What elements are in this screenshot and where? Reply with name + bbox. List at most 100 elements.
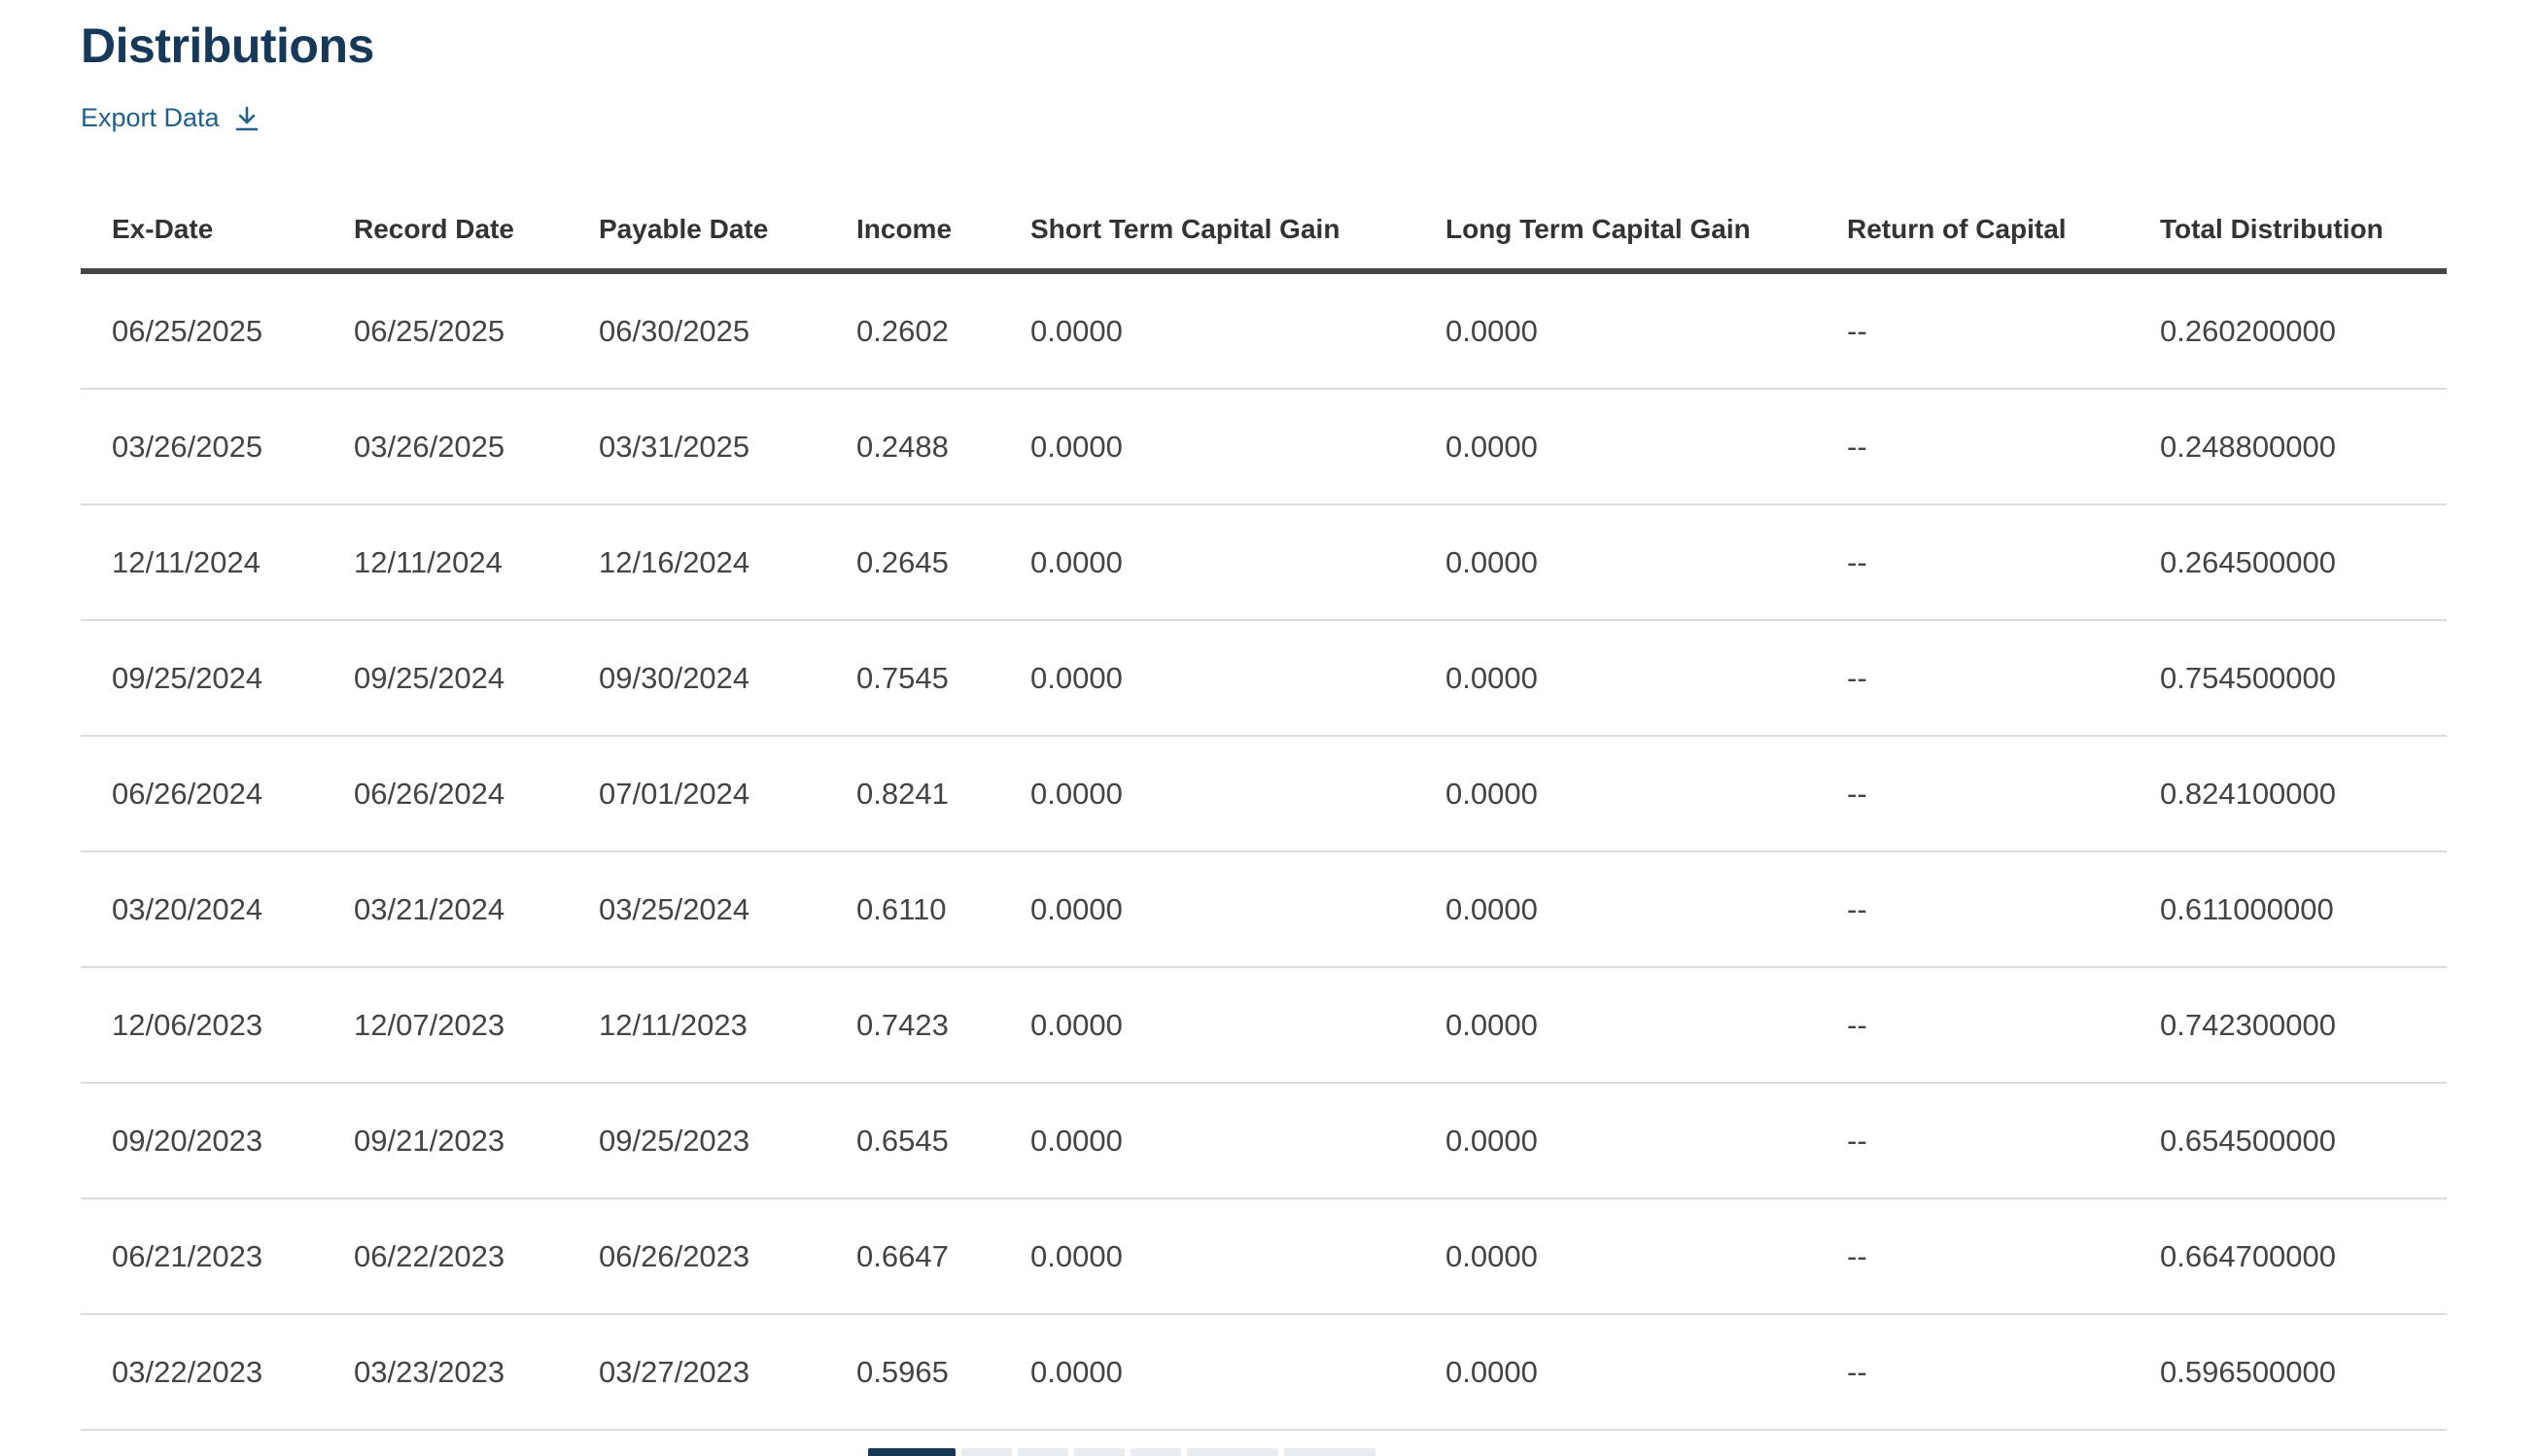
cell-return-of-capital: -- bbox=[1816, 620, 2129, 737]
cell-payable-date: 12/11/2023 bbox=[568, 967, 825, 1084]
pagination-page-3[interactable] bbox=[1018, 1448, 1068, 1456]
cell-payable-date: 06/26/2023 bbox=[568, 1198, 825, 1315]
cell-long-term-capital-gain: 0.0000 bbox=[1414, 967, 1816, 1084]
cell-record-date: 06/22/2023 bbox=[323, 1198, 568, 1315]
cell-return-of-capital: -- bbox=[1816, 967, 2129, 1084]
cell-return-of-capital: -- bbox=[1816, 1083, 2129, 1199]
cell-income: 0.7423 bbox=[825, 967, 999, 1084]
pagination-page-7[interactable] bbox=[1284, 1448, 1375, 1456]
cell-income: 0.7545 bbox=[825, 620, 999, 737]
column-header-short-term-capital-gain[interactable]: Short Term Capital Gain bbox=[999, 191, 1414, 274]
distributions-table: Ex-Date Record Date Payable Date Income … bbox=[81, 191, 2447, 1431]
cell-income: 0.2645 bbox=[825, 504, 999, 621]
cell-short-term-capital-gain: 0.0000 bbox=[999, 967, 1414, 1084]
cell-payable-date: 07/01/2024 bbox=[568, 736, 825, 852]
cell-income: 0.2602 bbox=[825, 271, 999, 390]
cell-total-distribution: 0.248800000 bbox=[2129, 389, 2447, 505]
cell-total-distribution: 0.824100000 bbox=[2129, 736, 2447, 852]
cell-record-date: 06/25/2025 bbox=[323, 271, 568, 390]
table-row: 06/25/2025 06/25/2025 06/30/2025 0.2602 0.00… bbox=[81, 271, 2447, 390]
export-data-label: Export Data bbox=[81, 103, 220, 132]
table-row: 12/06/2023 12/07/2023 12/11/2023 0.7423 0.00… bbox=[81, 967, 2447, 1084]
cell-income: 0.6647 bbox=[825, 1198, 999, 1315]
cell-return-of-capital: -- bbox=[1816, 504, 2129, 621]
column-header-long-term-capital-gain[interactable]: Long Term Capital Gain bbox=[1414, 191, 1816, 274]
cell-return-of-capital: -- bbox=[1816, 851, 2129, 968]
cell-ex-date: 03/26/2025 bbox=[81, 389, 323, 505]
pagination-page-5[interactable] bbox=[1131, 1448, 1181, 1456]
cell-record-date: 09/25/2024 bbox=[323, 620, 568, 737]
download-icon bbox=[233, 105, 261, 132]
table-header-row: Ex-Date Record Date Payable Date Income … bbox=[81, 191, 2447, 274]
cell-return-of-capital: -- bbox=[1816, 1314, 2129, 1431]
cell-record-date: 09/21/2023 bbox=[323, 1083, 568, 1199]
cell-short-term-capital-gain: 0.0000 bbox=[999, 1083, 1414, 1199]
cell-total-distribution: 0.611000000 bbox=[2129, 851, 2447, 968]
cell-ex-date: 06/21/2023 bbox=[81, 1198, 323, 1315]
table-row: 09/25/2024 09/25/2024 09/30/2024 0.7545 0.00… bbox=[81, 620, 2447, 737]
cell-total-distribution: 0.596500000 bbox=[2129, 1314, 2447, 1431]
cell-short-term-capital-gain: 0.0000 bbox=[999, 1198, 1414, 1315]
cell-short-term-capital-gain: 0.0000 bbox=[999, 1314, 1414, 1431]
column-header-payable-date[interactable]: Payable Date bbox=[568, 191, 825, 274]
cell-short-term-capital-gain: 0.0000 bbox=[999, 271, 1414, 390]
cell-short-term-capital-gain: 0.0000 bbox=[999, 736, 1414, 852]
distributions-table-wrapper: Ex-Date Record Date Payable Date Income … bbox=[81, 191, 2447, 1431]
cell-record-date: 06/26/2024 bbox=[323, 736, 568, 852]
distributions-section: Distributions Export Data Ex-Date Record… bbox=[0, 0, 2541, 1456]
cell-payable-date: 03/27/2023 bbox=[568, 1314, 825, 1431]
cell-total-distribution: 0.260200000 bbox=[2129, 271, 2447, 390]
table-row: 03/20/2024 03/21/2024 03/25/2024 0.6110 0.00… bbox=[81, 851, 2447, 968]
cell-long-term-capital-gain: 0.0000 bbox=[1414, 271, 1816, 390]
cell-return-of-capital: -- bbox=[1816, 736, 2129, 852]
cell-total-distribution: 0.264500000 bbox=[2129, 504, 2447, 621]
column-header-income[interactable]: Income bbox=[825, 191, 999, 274]
cell-total-distribution: 0.654500000 bbox=[2129, 1083, 2447, 1199]
cell-payable-date: 12/16/2024 bbox=[568, 504, 825, 621]
cell-ex-date: 09/25/2024 bbox=[81, 620, 323, 737]
pagination-page-2[interactable] bbox=[961, 1448, 1012, 1456]
cell-income: 0.8241 bbox=[825, 736, 999, 852]
cell-ex-date: 03/20/2024 bbox=[81, 851, 323, 968]
export-data-link[interactable]: Export Data bbox=[81, 103, 261, 133]
cell-ex-date: 09/20/2023 bbox=[81, 1083, 323, 1199]
cell-record-date: 12/07/2023 bbox=[323, 967, 568, 1084]
cell-total-distribution: 0.742300000 bbox=[2129, 967, 2447, 1084]
pagination-page-1[interactable] bbox=[868, 1448, 956, 1456]
column-header-ex-date[interactable]: Ex-Date bbox=[81, 191, 323, 274]
cell-long-term-capital-gain: 0.0000 bbox=[1414, 736, 1816, 852]
pagination-page-6[interactable] bbox=[1187, 1448, 1278, 1456]
column-header-return-of-capital[interactable]: Return of Capital bbox=[1816, 191, 2129, 274]
cell-total-distribution: 0.664700000 bbox=[2129, 1198, 2447, 1315]
cell-record-date: 03/21/2024 bbox=[323, 851, 568, 968]
cell-ex-date: 06/26/2024 bbox=[81, 736, 323, 852]
cell-record-date: 03/23/2023 bbox=[323, 1314, 568, 1431]
cell-ex-date: 12/06/2023 bbox=[81, 967, 323, 1084]
cell-ex-date: 03/22/2023 bbox=[81, 1314, 323, 1431]
column-header-total-distribution[interactable]: Total Distribution bbox=[2129, 191, 2447, 274]
table-row: 09/20/2023 09/21/2023 09/25/2023 0.6545 0.00… bbox=[81, 1083, 2447, 1199]
cell-payable-date: 09/25/2023 bbox=[568, 1083, 825, 1199]
cell-income: 0.5965 bbox=[825, 1314, 999, 1431]
cell-ex-date: 12/11/2024 bbox=[81, 504, 323, 621]
cell-short-term-capital-gain: 0.0000 bbox=[999, 620, 1414, 737]
cell-payable-date: 03/25/2024 bbox=[568, 851, 825, 968]
cell-record-date: 03/26/2025 bbox=[323, 389, 568, 505]
table-row: 06/26/2024 06/26/2024 07/01/2024 0.8241 0.00… bbox=[81, 736, 2447, 852]
cell-long-term-capital-gain: 0.0000 bbox=[1414, 851, 1816, 968]
cell-income: 0.6545 bbox=[825, 1083, 999, 1199]
table-row: 12/11/2024 12/11/2024 12/16/2024 0.2645 0.00… bbox=[81, 504, 2447, 621]
cell-income: 0.6110 bbox=[825, 851, 999, 968]
cell-short-term-capital-gain: 0.0000 bbox=[999, 851, 1414, 968]
cell-payable-date: 03/31/2025 bbox=[568, 389, 825, 505]
cell-long-term-capital-gain: 0.0000 bbox=[1414, 1083, 1816, 1199]
table-row: 06/21/2023 06/22/2023 06/26/2023 0.6647 0.00… bbox=[81, 1198, 2447, 1315]
cell-long-term-capital-gain: 0.0000 bbox=[1414, 1198, 1816, 1315]
column-header-record-date[interactable]: Record Date bbox=[323, 191, 568, 274]
pagination-page-4[interactable] bbox=[1074, 1448, 1125, 1456]
table-row: 03/22/2023 03/23/2023 03/27/2023 0.5965 0.00… bbox=[81, 1314, 2447, 1431]
cell-ex-date: 06/25/2025 bbox=[81, 271, 323, 390]
cell-long-term-capital-gain: 0.0000 bbox=[1414, 620, 1816, 737]
pagination bbox=[868, 1448, 1375, 1456]
cell-long-term-capital-gain: 0.0000 bbox=[1414, 389, 1816, 505]
